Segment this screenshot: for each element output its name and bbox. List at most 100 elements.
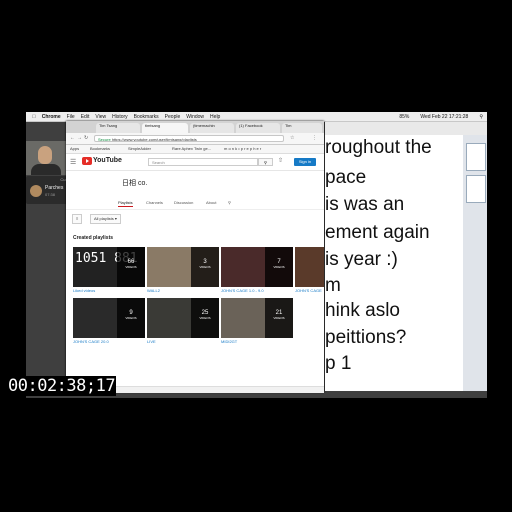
playlist-unit: VIDEOS (199, 265, 211, 269)
apple-menu-icon[interactable]:  (32, 114, 36, 120)
slide-thumbnail[interactable] (466, 143, 486, 171)
menu-chrome[interactable]: Chrome (42, 114, 61, 120)
bookmark-bookmarks[interactable]: Bookmarks (90, 146, 110, 151)
all-playlists-label: All playlists (94, 216, 114, 221)
menu-history[interactable]: History (112, 114, 128, 120)
tab-facebook[interactable]: (1) Facebook (236, 123, 280, 133)
caller-name: Parches (45, 185, 64, 191)
url-input[interactable]: Secure https://www.youtube.com/user/timt… (94, 135, 284, 142)
url-text: https://www.youtube.com/user/timtsang/pl… (111, 137, 197, 142)
reload-icon[interactable]: ↻ (84, 135, 88, 141)
doc-line: hink aslo (325, 300, 400, 321)
sort-icon: ≡ (76, 216, 79, 221)
slide-thumbnail[interactable] (466, 175, 486, 203)
document-canvas: roughout the pace is was an ement again … (325, 135, 463, 391)
playlist-count-overlay: 25 VIDEOS (191, 298, 219, 338)
doc-line: pace (325, 167, 367, 188)
bookmark-apps[interactable]: Apps (70, 146, 79, 151)
spotlight-icon[interactable]: ⚲ (479, 114, 483, 120)
tab-timemachine[interactable]: (timemachin (190, 123, 234, 133)
channel-name[interactable]: 日相 co. (122, 178, 147, 188)
playlist-thumb-johns-cage-20[interactable]: 9 VIDEOS (73, 298, 145, 338)
doc-line: p 1 (325, 353, 352, 374)
back-icon[interactable]: ← (70, 135, 75, 141)
channel-search-icon[interactable]: ⚲ (228, 200, 231, 205)
chrome-window: Tim Tsang timtsang (timemachin (1) Faceb… (66, 121, 324, 393)
playlist-count-overlay: 21 VIDEOS (265, 298, 293, 338)
doc-line: is was an (325, 194, 405, 215)
youtube-wordmark[interactable]: YouTube (93, 157, 122, 164)
playlist-thumb-live[interactable]: 25 VIDEOS (147, 298, 219, 338)
playlist-title[interactable]: JOHN'S CAGE 20.0 (73, 339, 109, 344)
webcam-preview (26, 141, 66, 175)
playlist-unit: VIDEOS (273, 265, 285, 269)
playlist-thumb-midi2gt[interactable]: 21 VIDEOS (221, 298, 293, 338)
tab-about[interactable]: About (206, 200, 216, 205)
bookmark-monk-prepher[interactable]: m o n k • p r e p h e r (224, 146, 261, 151)
playlist-thumb-johns-cage-1-9[interactable]: 7 VIDEOS (221, 247, 293, 287)
tab-tim-tsang[interactable]: Tim Tsang (96, 123, 140, 133)
playlist-unit: VIDEOS (125, 265, 137, 269)
menu-help[interactable]: Help (210, 114, 220, 120)
sort-button[interactable]: ≡ (72, 214, 83, 224)
playlist-title[interactable]: WALL2 (147, 288, 160, 293)
tab-playlists[interactable]: Playlists (118, 200, 133, 207)
menubar-clock[interactable]: Wed Feb 22 17:21:28 (420, 114, 468, 120)
doc-line: ement again (325, 222, 430, 243)
playlist-thumb-liked[interactable]: 1051 881 66 VIDEOS (73, 247, 145, 287)
playlist-count-overlay: 3 VIDEOS (191, 247, 219, 287)
forward-icon[interactable]: → (77, 135, 82, 141)
playlist-count-overlay: 9 VIDEOS (117, 298, 145, 338)
menu-window[interactable]: Window (186, 114, 204, 120)
playlist-thumb-wall2[interactable]: 3 VIDEOS (147, 247, 219, 287)
menu-view[interactable]: View (95, 114, 106, 120)
playlist-title[interactable]: JOHN'S CAGE 1.0 - 9.0 (221, 288, 264, 293)
tab-discussion[interactable]: Discussion (174, 200, 193, 205)
menu-people[interactable]: People (165, 114, 181, 120)
call-duration: 07:38 (45, 192, 56, 197)
search-icon: ⚲ (264, 160, 267, 165)
youtube-header: ☰ YouTube Search ⚲ ⇧ Sign in (66, 154, 324, 171)
channel-header: 日相 co. Playlists Channels Discussion Abo… (66, 171, 324, 207)
battery-level[interactable]: 85% (399, 114, 409, 120)
menu-file[interactable]: File (67, 114, 75, 120)
youtube-logo-icon[interactable] (82, 157, 92, 165)
created-playlists-heading: Created playlists (73, 235, 114, 241)
playlist-thumb-johns-cage[interactable] (295, 247, 324, 287)
chrome-menu-icon[interactable]: ⋮ (312, 135, 317, 141)
star-icon[interactable]: ☆ (290, 135, 294, 141)
slide-thumbnail-panel (463, 135, 487, 391)
sign-in-button[interactable]: Sign in (294, 158, 316, 166)
hamburger-menu-icon[interactable]: ☰ (70, 158, 76, 166)
video-timecode: 00:02:38;17 (7, 376, 117, 396)
menu-edit[interactable]: Edit (81, 114, 90, 120)
playlist-title[interactable]: LIVE (147, 339, 156, 344)
playlist-unit: VIDEOS (273, 316, 285, 320)
doc-line: roughout the (325, 137, 432, 158)
youtube-search-input[interactable]: Search (148, 158, 258, 166)
tab-timtsang-youtube[interactable]: timtsang (142, 123, 188, 133)
playlist-count-overlay: 7 VIDEOS (265, 247, 293, 287)
menu-bookmarks[interactable]: Bookmarks (134, 114, 159, 120)
tab-strip: Tim Tsang timtsang (timemachin (1) Faceb… (66, 121, 324, 133)
tab-channels[interactable]: Channels (146, 200, 163, 205)
bookmarks-bar: Apps Bookmarks SimpleAdder Rare Aphex Tw… (66, 145, 324, 154)
doc-line: peittions? (325, 327, 407, 348)
address-bar-row: ← → ↻ Secure https://www.youtube.com/use… (66, 133, 324, 145)
bookmark-aphex-twin[interactable]: Rare Aphex Twin ge... (172, 146, 211, 151)
bookmark-simpleadder[interactable]: SimpleAdder (128, 146, 151, 151)
search-button[interactable]: ⚲ (258, 158, 273, 166)
webcam-face (38, 146, 52, 164)
playlist-title[interactable]: Liked videos (73, 288, 95, 293)
playlist-title[interactable]: MIDI2GT (221, 339, 237, 344)
playlist-unit: VIDEOS (125, 316, 137, 320)
upload-icon[interactable]: ⇧ (278, 157, 283, 164)
playlist-title[interactable]: JOHN'S CAGE (295, 288, 324, 293)
tab-tim[interactable]: Tim (282, 123, 322, 133)
playlist-filter-row: ≡ All playlists ▾ (66, 209, 324, 226)
webcam-body (31, 164, 61, 175)
secure-label: Secure (98, 137, 111, 142)
chevron-down-icon: ▾ (114, 216, 117, 221)
all-playlists-dropdown[interactable]: All playlists ▾ (90, 214, 121, 224)
document-toolbar (325, 122, 487, 135)
